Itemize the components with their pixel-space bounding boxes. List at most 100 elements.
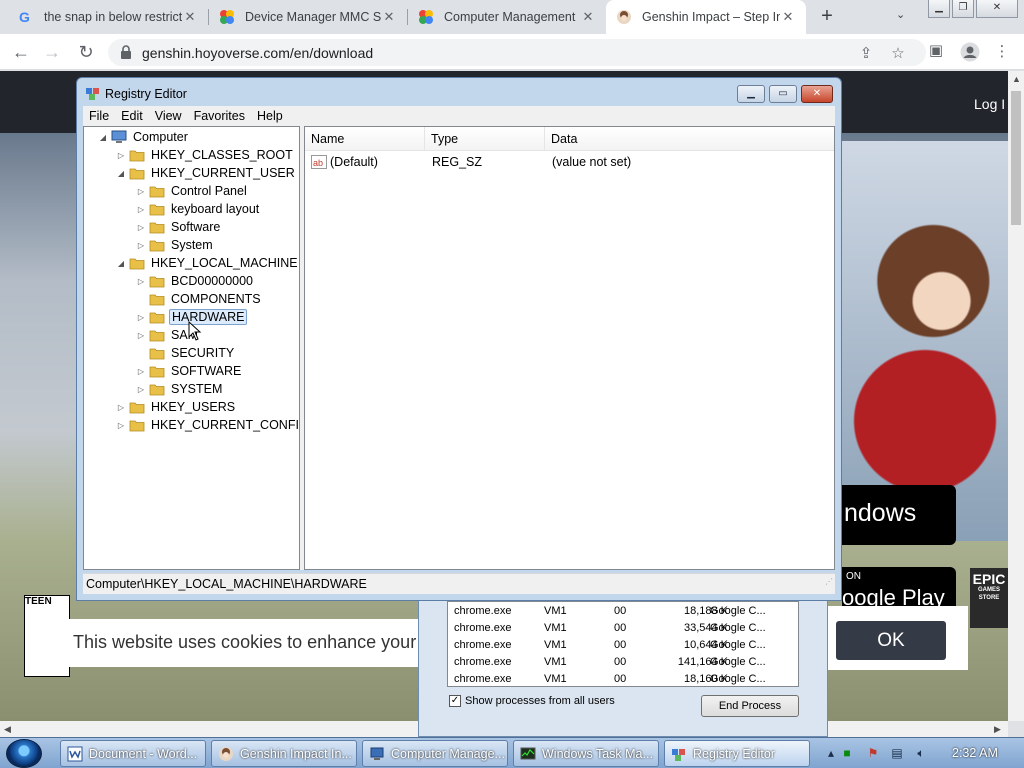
close-icon[interactable]: ✕ (780, 9, 796, 25)
profile-avatar-icon[interactable] (960, 42, 980, 62)
tree-node[interactable]: ◢ Computer (98, 128, 190, 146)
end-process-button[interactable]: End Process (701, 695, 799, 717)
menu-edit[interactable]: Edit (115, 109, 149, 123)
expand-arrow-icon[interactable]: ▷ (136, 385, 146, 394)
column-header-data[interactable]: Data (545, 127, 834, 151)
process-row[interactable]: chrome.exe VM1 00 18,160 K Google C... (448, 671, 798, 686)
tree-node[interactable]: ▷ SOFTWARE (136, 362, 243, 380)
minimize-button[interactable]: ▁ (928, 0, 950, 18)
maximize-button[interactable]: ▭ (769, 85, 797, 103)
expand-arrow-icon[interactable]: ▷ (136, 331, 146, 340)
tree-node[interactable]: ▷ keyboard layout (136, 200, 261, 218)
checkbox-checked-icon[interactable]: ✓ (449, 695, 461, 707)
url-text[interactable]: genshin.hoyoverse.com/en/download (142, 45, 373, 61)
scroll-up-icon[interactable]: ▲ (1012, 74, 1021, 84)
system-clock[interactable]: 2:32 AM (952, 746, 998, 760)
taskbar-item-word[interactable]: Document - Word... (60, 740, 206, 767)
tree-node[interactable]: ▷ SYSTEM (136, 380, 224, 398)
tree-node[interactable]: ▷ HKEY_CURRENT_CONFIG (116, 416, 299, 434)
process-row[interactable]: chrome.exe VM1 00 141,164 K Google C... (448, 654, 798, 671)
network-icon[interactable]: ▤ (890, 746, 904, 760)
download-windows-button[interactable]: ndows (842, 485, 956, 545)
expand-arrow-icon[interactable]: ▷ (136, 223, 146, 232)
tab-search-button[interactable]: ⌄ (896, 8, 905, 21)
expand-arrow-icon[interactable]: ▷ (136, 241, 146, 250)
expand-arrow-icon[interactable]: ▷ (136, 187, 146, 196)
action-center-flag-icon[interactable]: ⚑ (866, 746, 880, 760)
show-hidden-icons-icon[interactable]: ▴ (824, 746, 838, 760)
cookie-ok-button[interactable]: OK (836, 621, 946, 660)
login-link[interactable]: Log I (974, 96, 1005, 112)
value-row-name[interactable]: ab (Default) (311, 153, 378, 171)
close-button[interactable]: ✕ (801, 85, 833, 103)
tree-node[interactable]: ▷ Control Panel (136, 182, 249, 200)
expand-arrow-icon[interactable]: ▷ (116, 421, 126, 430)
lock-icon[interactable] (120, 45, 132, 59)
tree-node[interactable]: ▷ HKEY_CLASSES_ROOT (116, 146, 295, 164)
taskbar-item-task-manager[interactable]: Windows Task Ma... (513, 740, 659, 767)
collapse-arrow-icon[interactable]: ◢ (116, 169, 126, 178)
tab-device-manager[interactable]: Device Manager MMC Sn ✕ (209, 0, 407, 34)
share-icon[interactable]: ⇪ (858, 46, 874, 62)
tree-node[interactable]: COMPONENTS (136, 290, 263, 308)
tab-computer-management[interactable]: Computer Management ✕ (408, 0, 606, 34)
process-row[interactable]: chrome.exe VM1 00 10,644 K Google C... (448, 637, 798, 654)
side-panel-icon[interactable]: ▣ (928, 43, 944, 59)
expand-arrow-icon[interactable]: ▷ (116, 151, 126, 160)
menu-view[interactable]: View (149, 109, 188, 123)
expand-arrow-icon[interactable]: ▷ (136, 367, 146, 376)
close-window-button[interactable]: ✕ (976, 0, 1018, 18)
taskbar-item-registry-editor[interactable]: Registry Editor (664, 740, 810, 767)
column-header-type[interactable]: Type (425, 127, 545, 151)
column-header-name[interactable]: Name (305, 127, 425, 151)
close-icon[interactable]: ✕ (580, 9, 596, 25)
tree-node[interactable]: ▷ Software (136, 218, 222, 236)
scroll-left-icon[interactable]: ◀ (4, 724, 11, 735)
expand-arrow-icon[interactable]: ▷ (136, 277, 146, 286)
process-row[interactable]: chrome.exe VM1 00 33,544 K Google C... (448, 620, 798, 637)
registry-values-list[interactable]: Name Type Data ab (Default) REG_SZ (valu… (304, 126, 835, 570)
page-vertical-scrollbar[interactable]: ▲ (1008, 71, 1024, 721)
tree-node[interactable]: ▷ System (136, 236, 215, 254)
volume-icon[interactable]: 🔈︎ (914, 746, 928, 760)
reload-button[interactable]: ↻ (76, 42, 96, 62)
taskbar-item-computer-management[interactable]: Computer Manage... (362, 740, 508, 767)
epic-games-store-button[interactable]: EPIC GAMES STORE (970, 568, 1008, 628)
browser-menu-icon[interactable]: ⋮ (994, 44, 1010, 60)
tree-node[interactable]: ◢ HKEY_CURRENT_USER (116, 164, 297, 182)
expand-arrow-icon[interactable]: ▷ (136, 313, 146, 322)
new-tab-button[interactable]: + (816, 6, 838, 28)
bookmark-star-icon[interactable]: ☆ (890, 46, 906, 62)
taskbar-item-genshin[interactable]: Genshin Impact In... (211, 740, 357, 767)
tab-google-search[interactable]: G the snap in below restrict ✕ (8, 0, 208, 34)
tree-node[interactable]: ▷ BCD00000000 (136, 272, 255, 290)
scroll-thumb[interactable] (1011, 91, 1021, 225)
address-bar[interactable]: genshin.hoyoverse.com/en/download ⇪ ☆ (108, 39, 926, 66)
process-list[interactable]: chrome.exe VM1 00 18,188 K Google C... chrome… (447, 601, 799, 687)
close-icon[interactable]: ✕ (381, 9, 397, 25)
collapse-arrow-icon[interactable]: ◢ (116, 259, 126, 268)
registry-key-tree[interactable]: ◢ Computer ▷ HKEY_CLASSES_ROOT ◢ HKEY_CURRENT… (83, 126, 300, 570)
close-icon[interactable]: ✕ (182, 9, 198, 25)
tab-genshin-impact[interactable]: Genshin Impact – Step In ✕ (606, 0, 806, 34)
tree-node[interactable]: SECURITY (136, 344, 236, 362)
menu-favorites[interactable]: Favorites (188, 109, 251, 123)
start-button[interactable] (6, 739, 42, 768)
process-row[interactable]: chrome.exe VM1 00 18,188 K Google C... (448, 603, 798, 620)
green-tray-icon[interactable]: ■ (840, 746, 854, 760)
menu-file[interactable]: File (83, 109, 115, 123)
show-all-users-checkbox[interactable]: ✓ Show processes from all users (449, 695, 615, 707)
minimize-button[interactable]: ▁ (737, 85, 765, 103)
expand-arrow-icon[interactable]: ▷ (136, 205, 146, 214)
forward-button[interactable]: → (42, 42, 62, 62)
tree-node[interactable]: ◢ HKEY_LOCAL_MACHINE (116, 254, 299, 272)
collapse-arrow-icon[interactable]: ◢ (98, 133, 108, 142)
restore-button[interactable]: ❐ (952, 0, 974, 18)
google-play-button[interactable]: ON oogle Play (842, 567, 956, 611)
menu-help[interactable]: Help (251, 109, 289, 123)
resize-grip-icon[interactable]: ⋰ (825, 572, 833, 592)
tree-node[interactable]: ▷ HKEY_USERS (116, 398, 237, 416)
back-button[interactable]: ← (11, 42, 31, 62)
expand-arrow-icon[interactable]: ▷ (116, 403, 126, 412)
scroll-right-icon[interactable]: ▶ (994, 724, 1001, 735)
